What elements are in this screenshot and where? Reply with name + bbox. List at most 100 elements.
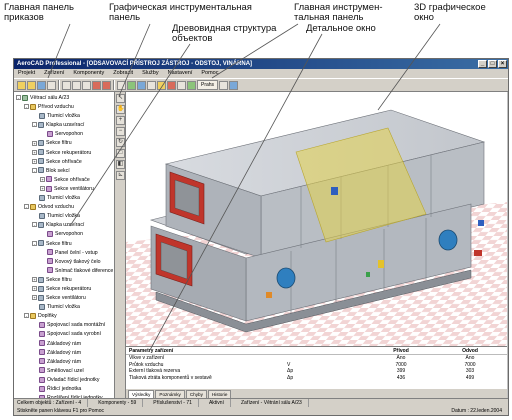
undo-icon[interactable] [92, 80, 101, 90]
tree-item[interactable]: + Sekce rekuperátoru [14, 285, 114, 294]
redo-icon[interactable] [102, 80, 111, 90]
help-icon[interactable] [229, 80, 239, 90]
detail-row: Externí tlaková rezerva Δp 399 303 [126, 368, 507, 375]
cut-icon[interactable] [62, 80, 71, 90]
prahs-button[interactable]: Prahs [197, 80, 219, 90]
rotate-icon[interactable]: ↻ [116, 138, 125, 147]
tree-item[interactable]: Základový rám [14, 358, 114, 367]
tree-item[interactable]: Panel čelní - vstup [14, 249, 114, 258]
tree-item[interactable]: - Blok sekcí [14, 167, 114, 176]
menu-help[interactable]: Pomoc [201, 69, 218, 78]
tree-item[interactable]: Základový rám [14, 349, 114, 358]
open-icon[interactable] [27, 80, 36, 90]
collapse-icon[interactable]: - [24, 104, 29, 110]
zoom-icon[interactable] [117, 80, 126, 90]
expand-icon[interactable]: + [32, 158, 37, 164]
tree-item[interactable]: + Sekce filtru [14, 276, 114, 285]
select-icon[interactable]: ↖ [116, 94, 125, 103]
menu-view[interactable]: Zobrazit [113, 69, 133, 78]
table-icon[interactable] [177, 80, 186, 90]
tree-item[interactable]: + Sekce ohřívače [14, 158, 114, 167]
pan-icon[interactable]: ✋ [116, 105, 125, 114]
tree-item[interactable]: Tlumicí vložka [14, 194, 114, 203]
menu-components[interactable]: Komponenty [73, 69, 104, 78]
tab-notes[interactable]: Poznámky [155, 390, 185, 398]
layer-icon[interactable] [157, 80, 166, 90]
menu-services[interactable]: Služby [142, 69, 159, 78]
save-icon[interactable] [37, 80, 46, 90]
tab-results[interactable]: Výsledky [128, 390, 155, 398]
tree-item[interactable]: + Sekce ohřívače [14, 176, 114, 185]
folder-icon [30, 312, 36, 319]
tree-item[interactable]: Servopohon [14, 130, 114, 139]
measure-icon[interactable]: ⊾ [116, 171, 125, 180]
expand-icon[interactable]: + [32, 140, 37, 146]
tree-item[interactable]: - Přívod vzduchu [14, 103, 114, 112]
rotate-icon[interactable] [127, 80, 136, 90]
collapse-icon[interactable]: - [32, 122, 37, 128]
3d-viewport[interactable] [126, 92, 507, 346]
tree-item[interactable]: + Sekce ventilátoru [14, 185, 114, 194]
tree-item[interactable]: Servopohon [14, 230, 114, 239]
collapse-icon[interactable]: - [32, 222, 37, 228]
tree-item[interactable]: Spojovací sada montážní [14, 321, 114, 330]
tree-item-label: Sekce ohřívače [54, 176, 90, 183]
tree-item[interactable]: + Sekce filtru [14, 139, 114, 148]
grid-icon[interactable] [147, 80, 156, 90]
expand-icon[interactable]: + [40, 186, 45, 192]
collapse-icon[interactable]: - [32, 240, 37, 246]
tree-item[interactable]: + Sekce rekuperátoru [14, 149, 114, 158]
tree-item[interactable]: Kovový tlakový čelo [14, 258, 114, 267]
tree-item[interactable]: Ovladač řídicí jednotky [14, 376, 114, 385]
maximize-button[interactable]: □ [488, 60, 497, 68]
menu-device[interactable]: Zařízení [44, 69, 64, 78]
tree-item[interactable]: Spojovací sada vyrobní [14, 330, 114, 339]
tree-item[interactable]: Směšovací uzel [14, 367, 114, 376]
paste-icon[interactable] [82, 80, 91, 90]
tree-item-label: Klapka uzavírací [46, 122, 85, 129]
tree-item[interactable]: - Klapka uzavírací [14, 121, 114, 130]
new-icon[interactable] [17, 80, 26, 90]
tree-item[interactable]: - Doplňky [14, 312, 114, 321]
export-icon[interactable] [187, 80, 196, 90]
tree-item[interactable]: - Větrací sálu A/23 [14, 94, 114, 103]
tree-item[interactable]: - Sekce filtru [14, 240, 114, 249]
tab-errors[interactable]: Chyby [185, 390, 207, 398]
tree-item[interactable]: - Klapka uzavírací [14, 221, 114, 230]
section-icon[interactable]: ◧ [116, 160, 125, 169]
close-button[interactable]: × [498, 60, 507, 68]
expand-icon[interactable]: + [32, 149, 37, 155]
expand-icon[interactable]: + [32, 286, 37, 292]
print-icon[interactable] [47, 80, 56, 90]
menu-project[interactable]: Projekt [18, 69, 35, 78]
fit-icon[interactable]: □ [116, 149, 125, 158]
part2-icon [39, 331, 45, 338]
zoom-out-icon[interactable]: − [116, 127, 125, 136]
status-row-2: Stiskněte panen klávesu F1 pro Pomoc Dat… [14, 407, 508, 415]
expand-icon[interactable]: + [32, 295, 37, 301]
color-icon[interactable] [167, 80, 176, 90]
expand-icon[interactable]: + [40, 176, 45, 182]
tree-item[interactable]: - Odvod vzduchu [14, 203, 114, 212]
menu-settings[interactable]: Nastavení [168, 69, 193, 78]
tree-item[interactable]: Tlumicí vložka [14, 212, 114, 221]
collapse-icon[interactable]: - [32, 167, 37, 173]
view-icon[interactable] [137, 80, 146, 90]
fitting-red [474, 250, 482, 256]
tree-item[interactable]: Základový rám [14, 340, 114, 349]
tree-item[interactable]: + Sekce ventilátoru [14, 294, 114, 303]
collapse-icon[interactable]: - [16, 95, 21, 101]
tab-history[interactable]: Historie [207, 390, 232, 398]
tree-item[interactable]: Snímač tlakové diference [14, 267, 114, 276]
tree-item[interactable]: Řídicí jednotka [14, 385, 114, 394]
status-active-device: Zařízení - Větrání sálu A/23 [241, 399, 309, 407]
copy-icon[interactable] [72, 80, 81, 90]
zoom-in-icon[interactable]: + [116, 116, 125, 125]
collapse-icon[interactable]: - [24, 204, 29, 210]
minimize-button[interactable]: _ [478, 60, 487, 68]
settings-icon[interactable] [219, 80, 229, 90]
collapse-icon[interactable]: - [24, 313, 29, 319]
tree-item[interactable]: Tlumicí vložka [14, 303, 114, 312]
expand-icon[interactable]: + [32, 277, 37, 282]
tree-item[interactable]: Tlumicí vložka [14, 112, 114, 121]
